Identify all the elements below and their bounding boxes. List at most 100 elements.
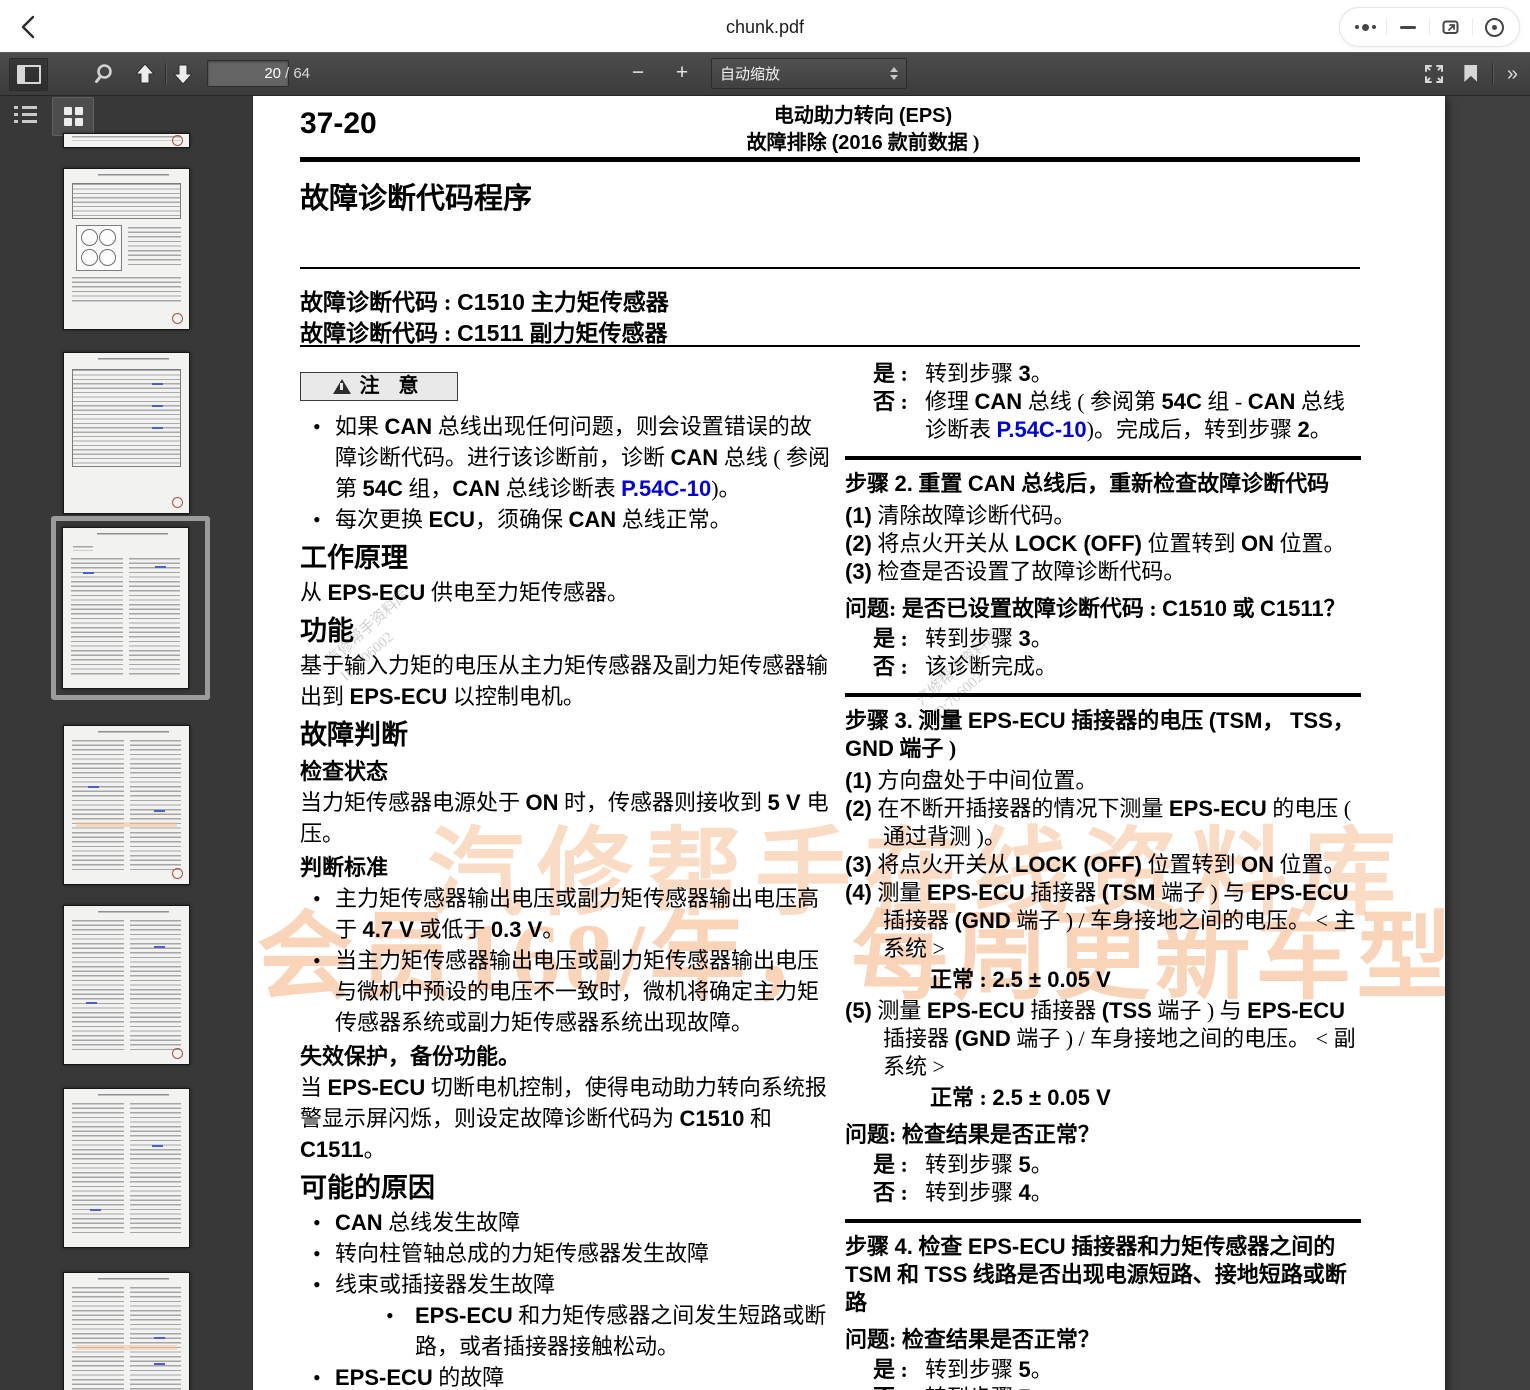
question-line: 问题: 是否已设置故障诊断代码 : C1510 或 C1511？ [845, 595, 1361, 623]
paragraph-check-state: 当力矩传感器电源处于 ON 时，传感器则接收到 5 V 电压。 [300, 787, 831, 849]
header-line-2: 故障排除 (2016 款前数据 ) [313, 130, 1413, 157]
previous-page-icon[interactable] [130, 60, 160, 88]
normal-value: 正常 : 2.5 ± 0.05 V [930, 966, 1361, 994]
dtc-block: 故障诊断代码 : C1510 主力矩传感器 故障诊断代码 : C1511 副力矩… [300, 287, 669, 349]
caution-label: 注 意 [360, 371, 426, 402]
thumbnail-page[interactable] [63, 1272, 190, 1390]
page-header: 电动助力转向 (EPS) 故障排除 (2016 款前数据 ) [313, 103, 1413, 157]
step-item: (4) 测量 EPS-ECU 插接器 (TSM 端子 ) 与 EPS-ECU 插… [845, 879, 1361, 963]
window-control-capsule [1339, 7, 1520, 47]
right-column: 是 :转到步骤 3。 否 :修理 CAN 总线 ( 参阅第 54C 组 - CA… [845, 360, 1361, 1390]
pdf-link[interactable]: P.54C-10 [621, 476, 711, 501]
browser-app-bar: chunk.pdf [0, 0, 1530, 52]
toggle-sidebar-button[interactable] [9, 58, 48, 91]
step-rule [845, 1219, 1361, 1223]
question-line: 问题: 检查结果是否正常？ [845, 1121, 1361, 1149]
step-rule [845, 456, 1361, 460]
heading-principle: 工作原理 [300, 540, 831, 576]
criteria-bullet: 主力矩传感器输出电压或副力矩传感器输出电压高于 4.7 V 或低于 0.3 V。 [300, 883, 831, 945]
answer-yes: 是 :转到步骤 5。 [845, 1356, 1361, 1384]
pdf-viewer-area[interactable]: 汽修帮手在线资料库 会员168/年，每周更新车型 汽修帮手资料库ID:70600… [252, 95, 1530, 1390]
presentation-mode-icon[interactable] [1418, 59, 1450, 89]
warning-icon [333, 379, 351, 394]
grid-icon [64, 107, 83, 126]
step3-heading: 步骤 3. 测量 EPS-ECU 插接器的电压 (TSM， TSS，GND 端子… [845, 707, 1361, 763]
zoom-select[interactable]: 自动缩放 [711, 58, 907, 89]
criteria-bullet: 当主力矩传感器输出电压或副力矩传感器输出电压与微机中预设的电压不一致时，微机将确… [300, 945, 831, 1038]
answer-no: 否 :该诊断完成。 [845, 653, 1361, 681]
page-number-input[interactable] [207, 60, 289, 87]
search-icon[interactable] [92, 61, 120, 87]
pdf-page: 汽修帮手在线资料库 会员168/年，每周更新车型 汽修帮手资料库ID:70600… [253, 95, 1445, 1390]
heading-causes: 可能的原因 [300, 1170, 831, 1206]
minimize-icon[interactable] [1387, 9, 1429, 45]
caution-box: 注 意 [300, 372, 458, 401]
paragraph-failsafe: 当 EPS-ECU 切断电机控制，使得电动助力转向系统报警显示屏闪烁，则设定故障… [300, 1072, 831, 1165]
bookmark-icon[interactable] [1458, 59, 1484, 89]
answer-no: 否 :转到步骤 4。 [845, 1179, 1361, 1207]
more-tools-icon[interactable]: » [1501, 64, 1524, 84]
step-item: (3) 检查是否设置了故障诊断代码。 [845, 558, 1361, 586]
thumbnail-page[interactable] [63, 1088, 190, 1248]
thumbnail-page[interactable] [63, 905, 190, 1065]
home-circle-icon[interactable] [1473, 9, 1515, 45]
caution-bullet: 如果 CAN 总线出现任何问题，则会设置错误的故障诊断代码。进行该诊断前，诊断 … [300, 411, 831, 504]
header-rule [300, 157, 1360, 162]
paragraph-function: 基于输入力矩的电压从主力矩传感器及副力矩传感器输出到 EPS-ECU 以控制电机… [300, 650, 831, 712]
step-rule [845, 693, 1361, 697]
answer-no: 否 :修理 CAN 总线 ( 参阅第 54C 组 - CAN 总线诊断表 P.5… [845, 388, 1361, 444]
float-window-icon[interactable] [1430, 9, 1472, 45]
thumbnail-page[interactable] [63, 725, 190, 885]
zoom-select-value: 自动缩放 [720, 63, 890, 84]
subheading-check-state: 检查状态 [300, 756, 831, 787]
thumbnail-page[interactable] [63, 352, 190, 514]
step-item: (3) 将点火开关从 LOCK (OFF) 位置转到 ON 位置。 [845, 851, 1361, 879]
normal-value: 正常 : 2.5 ± 0.05 V [930, 1084, 1361, 1112]
zoom-out-button[interactable]: − [623, 60, 653, 88]
thumbnail-page[interactable] [63, 168, 190, 330]
heading-judgement: 故障判断 [300, 717, 831, 753]
section-title: 故障诊断代码程序 [300, 175, 532, 217]
cause-bullet: 线束或插接器发生故障 [300, 1269, 831, 1300]
toolbar-divider [165, 63, 166, 85]
thumbnail-page[interactable] [63, 133, 190, 148]
cause-bullet: 转向柱管轴总成的力矩传感器发生故障 [300, 1238, 831, 1269]
thumbnail-page-current[interactable] [51, 516, 210, 700]
cause-sub-bullet: EPS-ECU 和力矩传感器之间发生短路或断路，或者插接器接触松动。 [300, 1300, 831, 1362]
page-count-label: / 64 [285, 52, 310, 95]
thumbnail-page-image [62, 527, 189, 689]
step4-heading: 步骤 4. 检查 EPS-ECU 插接器和力矩传感器之间的 TSM 和 TSS … [845, 1233, 1361, 1317]
paragraph-principle: 从 EPS-ECU 供电至力矩传感器。 [300, 577, 831, 608]
subheading-failsafe: 失效保护，备份功能。 [300, 1041, 831, 1072]
dots-icon [1355, 24, 1376, 31]
step-item: (1) 清除故障诊断代码。 [845, 502, 1361, 530]
answer-yes: 是 :转到步骤 3。 [845, 360, 1361, 388]
answer-yes: 是 :转到步骤 5。 [845, 1151, 1361, 1179]
thumbnail-view-button[interactable] [52, 97, 94, 136]
toolbar-divider [1492, 63, 1493, 85]
step-item: (2) 在不断开插接器的情况下测量 EPS-ECU 的电压 ( 通过背测 )。 [845, 795, 1361, 851]
cause-bullet: EPS-ECU 的故障 [300, 1362, 831, 1390]
caution-bullet: 每次更换 ECU，须确保 CAN 总线正常。 [300, 504, 831, 535]
subheading-criteria: 判断标准 [300, 852, 831, 883]
step-item: (2) 将点火开关从 LOCK (OFF) 位置转到 ON 位置。 [845, 530, 1361, 558]
cause-bullet: CAN 总线发生故障 [300, 1207, 831, 1238]
divider-rule [300, 345, 1360, 347]
left-column: 注 意 如果 CAN 总线出现任何问题，则会设置错误的故障诊断代码。进行该诊断前… [300, 372, 831, 1390]
answer-yes: 是 :转到步骤 3。 [845, 625, 1361, 653]
step-item: (5) 测量 EPS-ECU 插接器 (TSS 端子 ) 与 EPS-ECU 插… [845, 997, 1361, 1081]
document-title: chunk.pdf [0, 0, 1530, 52]
answer-no: 否 :转到步骤 7。 [845, 1384, 1361, 1390]
pdf-link[interactable]: P.54C-10 [997, 417, 1087, 442]
zoom-in-button[interactable]: + [667, 60, 697, 88]
next-page-icon[interactable] [168, 60, 198, 88]
more-options-icon[interactable] [1344, 9, 1386, 45]
step-item: (1) 方向盘处于中间位置。 [845, 767, 1361, 795]
sidebar-icon [17, 65, 41, 84]
step2-heading: 步骤 2. 重置 CAN 总线后，重新检查故障诊断代码 [845, 470, 1361, 498]
thumbnails-sidebar [0, 95, 253, 1390]
dtc-line-1: 故障诊断代码 : C1510 主力矩传感器 [300, 287, 669, 318]
heading-function: 功能 [300, 613, 831, 649]
outline-view-icon[interactable] [14, 104, 38, 126]
divider-rule [300, 267, 1360, 269]
